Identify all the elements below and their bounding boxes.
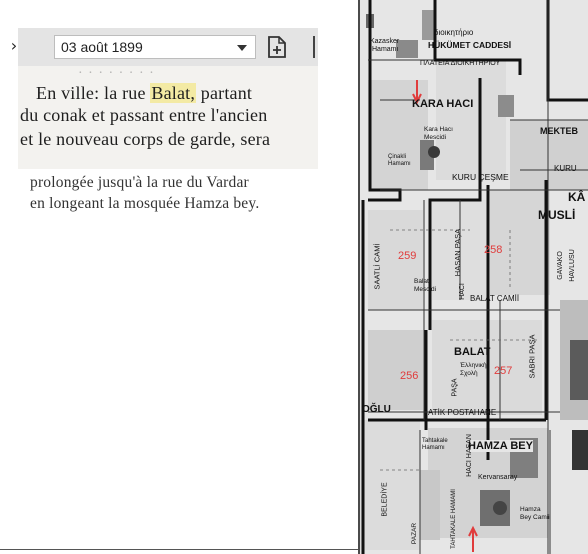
map-label-tahtakale: Tahtakale Hamamı — [422, 438, 448, 451]
map-annotation-259: 259 — [398, 250, 417, 262]
clipping-line-4: prolongée jusqu'à la rue du Vardar — [30, 174, 249, 191]
map-canvas — [360, 0, 588, 554]
map-label-beledie: BELEDİYE — [381, 482, 389, 517]
map-label-mekteb: MEKTEB — [540, 126, 578, 136]
historical-map[interactable]: Kazasker Hamamı διοικητήριο HÜKÜMET CADD… — [360, 0, 588, 554]
map-label-hamami: Hamamı — [372, 46, 399, 53]
map-annotation-258: 258 — [484, 244, 503, 256]
map-label-ka: KÂ — [568, 190, 586, 204]
map-label-hamza-bey: HAMZA BEY — [468, 440, 533, 452]
map-label-kazasker: Kazasker — [370, 38, 400, 45]
chevron-down-icon — [237, 45, 247, 51]
clipping-line-1: En ville: la rue Balat, partant — [36, 83, 253, 103]
map-label-kervansaray: Kervansaray — [478, 474, 518, 481]
search-highlight[interactable]: Balat, — [150, 83, 197, 103]
map-label-kuru: KURU — [554, 164, 577, 173]
map-label-balat: BALAT — [454, 346, 491, 358]
clipping-line-5: en longeant la mosquée Hamza bey. — [30, 195, 260, 212]
map-label-tahtakale-hamami: TAHTAKALE HAMAMI — [450, 489, 457, 549]
map-label-haci-hasan: HACI HASAN — [465, 434, 473, 477]
newspaper-clipping: · · · · · · · · En ville: la rue Balat, … — [18, 66, 318, 218]
map-label-hamza-bey-camii: Hamza Bey Camii — [520, 506, 550, 521]
map-label-greek-school: Ἑλληνικὴ Σχολὴ — [460, 362, 487, 377]
map-label-sabri-pasa: SABRI PAŞA — [527, 334, 537, 379]
scroll-edge-icon — [313, 36, 323, 58]
map-label-greek-square: ΠΛΑΤΕΙΑ ΔΙΟΙΚΗΤΗΡΙΟΥ — [420, 60, 501, 67]
map-label-oglu: OĞLU — [362, 404, 391, 415]
map-label-pazar: PAZAR — [411, 522, 419, 545]
map-label-haci: HACI — [458, 283, 466, 300]
clipping-line-3: et le nouveau corps de garde, sera — [20, 129, 271, 149]
map-label-pasa: PAŞA — [451, 378, 459, 397]
page-add-icon[interactable] — [264, 33, 290, 61]
map-label-gavako: GAVAKO — [556, 251, 564, 280]
viewer-toolbar: › 03 août 1899 — [11, 28, 318, 66]
map-label-musli: MUSLİ — [538, 208, 576, 222]
map-label-hasan-pasa: HASAN PAŞA — [453, 228, 463, 277]
map-annotation-257: 257 — [494, 365, 513, 377]
map-label-balat-camii: BALAT CAMİİ — [470, 294, 520, 303]
map-label-balat-mescidi: Balat Mescidi — [414, 278, 437, 293]
bottom-divider — [0, 549, 358, 550]
clipping-cut-line: · · · · · · · · — [78, 66, 155, 81]
newspaper-viewer: › 03 août 1899 · · · · · · · · En ville:… — [0, 0, 358, 554]
map-label-kuru-cesme: KURU ÇEŞME — [452, 172, 509, 182]
chevron-right-icon[interactable]: › — [4, 36, 24, 56]
date-select[interactable]: 03 août 1899 — [54, 35, 256, 59]
map-label-saatli-cami: SAATLİ CAMİ — [372, 243, 382, 290]
map-annotation-256: 256 — [400, 370, 419, 382]
map-label-kara-haci-mescidi: Kara Hacı Mescidi — [424, 126, 453, 141]
map-label-hukumet: HÜKÜMET CADDESİ — [428, 40, 512, 50]
map-label-atik-postahane: ATİK POSTAHANE — [428, 408, 497, 417]
clipping-paragraph-2: prolongée jusqu'à la rue du Vardar en lo… — [18, 169, 318, 218]
date-select-value: 03 août 1899 — [61, 39, 143, 55]
map-label-havlusu: HAVLUSU — [568, 249, 576, 282]
map-label-greek-top: διοικητήριο — [434, 28, 474, 37]
map-label-sinakhane: Çinakli Hamamı — [388, 154, 411, 167]
clipping-line-2: du conak et passant entre l'ancien — [20, 105, 268, 125]
map-label-kara-haci: KARA HACI — [412, 98, 474, 110]
